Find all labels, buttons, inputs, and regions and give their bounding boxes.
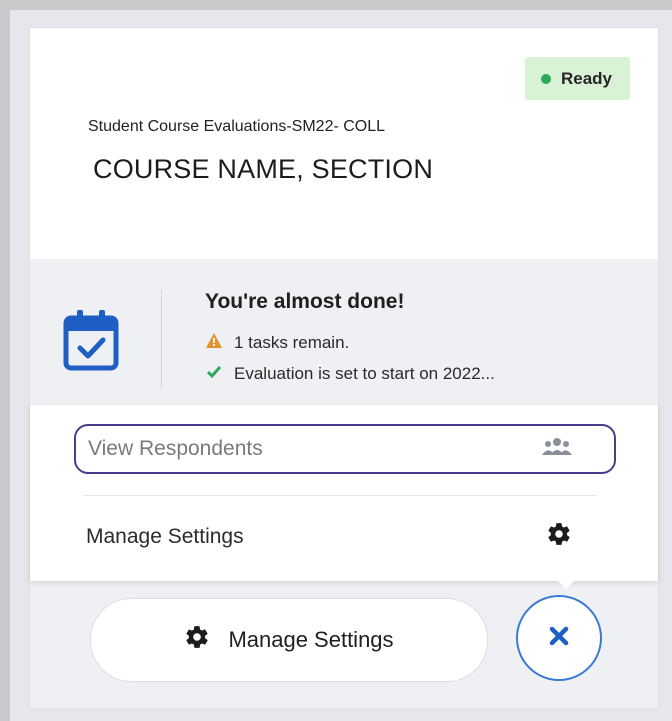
manage-settings-label: Manage Settings <box>86 525 244 548</box>
gear-icon <box>184 624 210 656</box>
view-respondents-label: View Respondents <box>88 437 263 460</box>
people-icon <box>542 437 572 461</box>
view-respondents-item[interactable]: View Respondents <box>74 424 616 474</box>
manage-settings-button[interactable]: Manage Settings <box>90 598 488 682</box>
start-status: Evaluation is set to start on 2022... <box>206 364 495 384</box>
menu-caret <box>557 580 575 589</box>
warning-icon <box>206 333 222 353</box>
evaluation-title: Student Course Evaluations-SM22- COLL <box>88 118 386 135</box>
card-header: Ready Student Course Evaluations-SM22- C… <box>30 28 658 259</box>
menu-divider <box>84 495 596 496</box>
manage-settings-item[interactable]: Manage Settings <box>74 512 614 562</box>
start-notice: Evaluation is set to start on 2022... <box>234 364 495 383</box>
gear-icon <box>546 521 572 553</box>
check-icon <box>206 364 222 384</box>
progress-title: You're almost done! <box>205 290 405 313</box>
tasks-remaining: 1 tasks remain. <box>234 333 350 352</box>
calendar-check-icon <box>62 308 120 377</box>
close-icon <box>548 625 570 652</box>
section-divider <box>161 289 162 389</box>
close-button[interactable] <box>516 595 602 681</box>
status-badge: Ready <box>524 57 630 100</box>
status-label: Ready <box>560 68 612 88</box>
actions-menu: View Respondents Manage Settings <box>30 405 658 581</box>
manage-settings-button-label: Manage Settings <box>228 627 394 652</box>
task-status: 1 tasks remain. <box>206 333 349 353</box>
status-dot-icon <box>540 73 551 84</box>
course-name: COURSE NAME, SECTION <box>93 154 434 184</box>
